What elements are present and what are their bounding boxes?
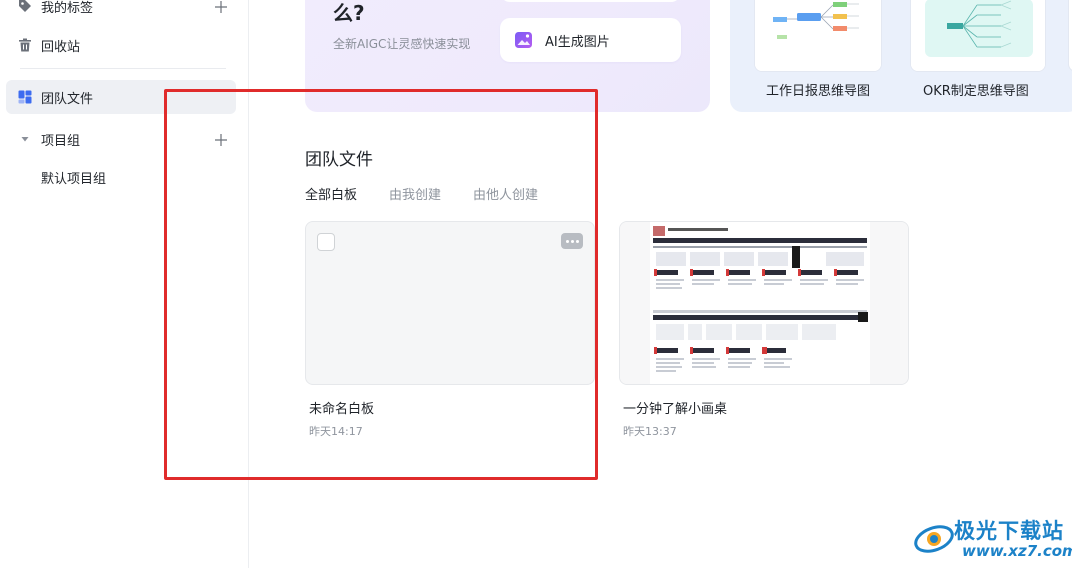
sidebar-item-default-project-group[interactable]: 默认项目组 [41, 168, 106, 187]
sidebar-item-label: 我的标签 [41, 0, 94, 16]
select-checkbox[interactable] [317, 233, 335, 251]
template-label-okr[interactable]: OKR制定思维导图 [923, 80, 1029, 99]
file-card-intro-board[interactable] [619, 221, 909, 385]
template-thumbnail-daily-report[interactable] [754, 0, 882, 72]
add-tag-icon[interactable] [214, 0, 228, 13]
tab-created-by-me[interactable]: 由我创建 [389, 184, 441, 203]
sidebar-item-project-group[interactable]: 项目组 [6, 122, 236, 156]
trash-icon [18, 38, 32, 52]
file-time: 昨天13:37 [623, 425, 677, 438]
ai-option-button[interactable] [500, 0, 681, 2]
sidebar-item-label: 回收站 [41, 39, 81, 55]
file-filter-tabs: 全部白板 由我创建 由他人创建 [305, 184, 538, 203]
tab-created-by-others[interactable]: 由他人创建 [473, 184, 538, 203]
template-label-daily-report[interactable]: 工作日报思维导图 [766, 80, 870, 99]
file-name[interactable]: 未命名白板 [309, 398, 374, 417]
chevron-down-icon[interactable] [18, 132, 32, 146]
file-time: 昨天14:17 [309, 425, 363, 438]
template-thumbnail-okr[interactable] [910, 0, 1046, 72]
tab-all-boards[interactable]: 全部白板 [305, 184, 357, 203]
more-dot-icon [570, 239, 574, 243]
sidebar: 我的标签 回收站 团队文件 项目组 默认项目组 [0, 0, 249, 568]
ai-banner-subtitle: 全新AIGC让灵感快速实现 [333, 37, 471, 51]
sidebar-item-team-files[interactable]: 团队文件 [6, 80, 236, 114]
ai-banner-title: 么? [333, 1, 365, 25]
sidebar-item-label: 团队文件 [41, 91, 94, 107]
file-name[interactable]: 一分钟了解小画桌 [623, 398, 727, 417]
team-files-icon [18, 90, 32, 104]
ai-generate-image-button[interactable]: AI生成图片 [500, 18, 681, 62]
more-dot-icon [565, 239, 569, 243]
sidebar-item-trash[interactable]: 回收站 [6, 28, 236, 62]
sidebar-divider [20, 68, 226, 69]
watermark-title: 极光下载站 [954, 519, 1064, 543]
image-magic-icon [515, 31, 533, 49]
tag-icon [18, 0, 32, 13]
more-dot-icon [575, 239, 579, 243]
template-thumbnail-partial[interactable] [1068, 0, 1072, 72]
add-project-group-icon[interactable] [214, 132, 228, 146]
board-preview-thumbnail [620, 222, 908, 384]
watermark-url: www.xz7.com [962, 542, 1072, 560]
sidebar-item-my-tags[interactable]: 我的标签 [6, 0, 236, 23]
more-options-button[interactable] [561, 233, 583, 249]
page-title: 团队文件 [305, 150, 373, 170]
ai-generate-image-label: AI生成图片 [545, 34, 610, 50]
sidebar-item-label: 项目组 [41, 133, 81, 149]
file-card-untitled-board[interactable] [305, 221, 595, 385]
